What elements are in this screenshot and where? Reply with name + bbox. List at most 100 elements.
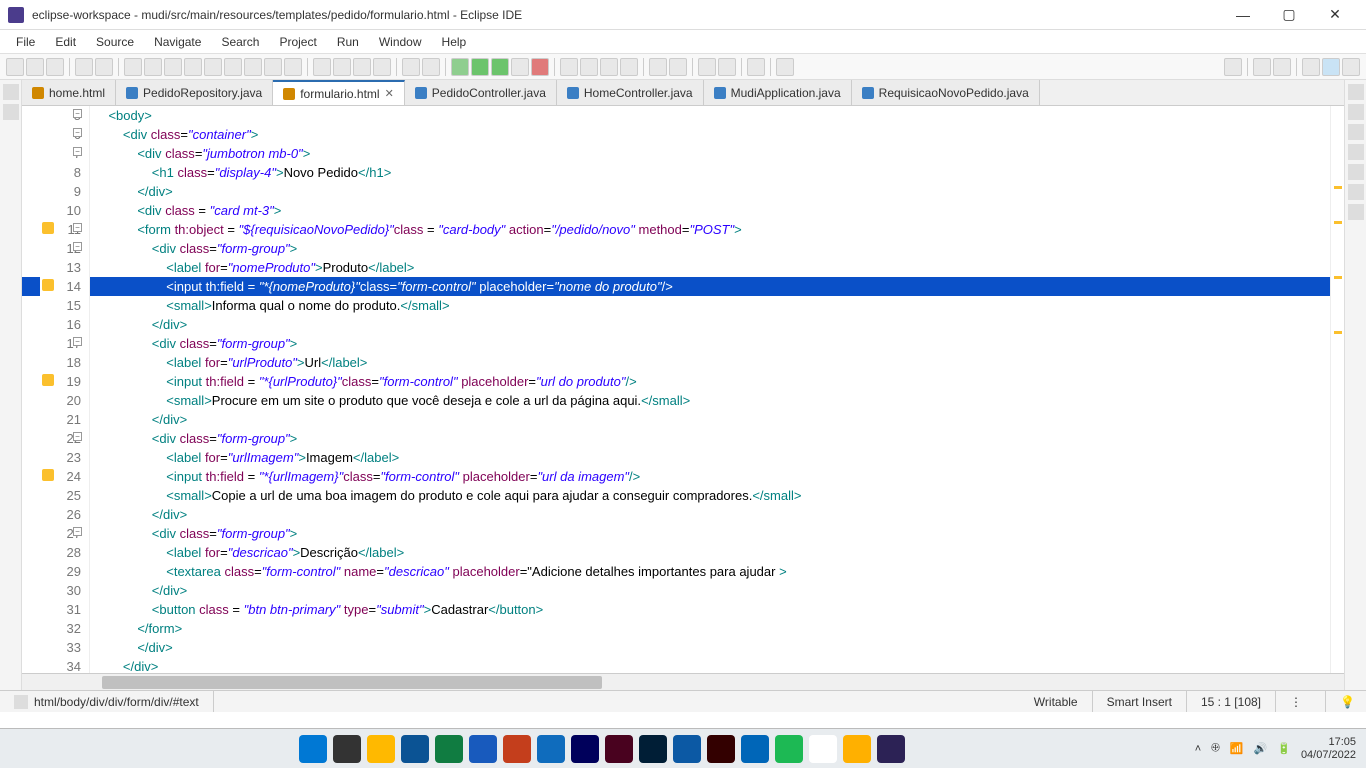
search-icon[interactable] [333,735,361,763]
code-line-29[interactable]: <textarea class="form-control" name="des… [90,562,1330,581]
menu-run[interactable]: Run [329,32,367,52]
tab-HomeController-java[interactable]: HomeController.java [557,80,704,105]
illustrator-icon[interactable] [707,735,735,763]
menu-navigate[interactable]: Navigate [146,32,209,52]
status-icon[interactable]: ⋮ [1290,695,1302,709]
menu-project[interactable]: Project [271,32,324,52]
restore-view-icon[interactable] [1348,204,1364,220]
restore-view-icon[interactable] [1348,84,1364,100]
save-all-icon[interactable] [46,58,64,76]
restore-view-icon[interactable] [3,84,19,100]
tool-icon[interactable] [531,58,549,76]
debug-perspective-icon[interactable] [1342,58,1360,76]
menu-search[interactable]: Search [213,32,267,52]
code-line-18[interactable]: <label for="urlProduto">Url</label> [90,353,1330,372]
windows-start-icon[interactable] [299,735,327,763]
horizontal-scrollbar[interactable] [22,673,1344,690]
tool-icon[interactable] [776,58,794,76]
language-indicator[interactable]: 🕀 [1211,742,1220,755]
maximize-button[interactable]: ▢ [1266,0,1312,30]
restore-view-icon[interactable] [1348,184,1364,200]
forward-icon[interactable] [718,58,736,76]
indesign-icon[interactable] [605,735,633,763]
excel-icon[interactable] [435,735,463,763]
store-icon[interactable] [401,735,429,763]
code-line-14[interactable]: <input th:field = "*{nomeProduto}"class=… [90,277,1330,296]
menu-help[interactable]: Help [434,32,475,52]
code-line-5[interactable]: <body> [90,106,1330,125]
tip-icon[interactable]: 💡 [1340,695,1355,709]
code-line-34[interactable]: </div> [90,657,1330,673]
code-line-25[interactable]: <small>Copie a url de uma boa imagem do … [90,486,1330,505]
tool-icon[interactable] [669,58,687,76]
disconnect-icon[interactable] [184,58,202,76]
restore-view-icon[interactable] [3,104,19,120]
chrome-icon[interactable] [809,735,837,763]
code-line-7[interactable]: <div class="jumbotron mb-0"> [90,144,1330,163]
tool-icon[interactable] [75,58,93,76]
tool-icon[interactable] [511,58,529,76]
tab-RequisicaoNovoPedido-java[interactable]: RequisicaoNovoPedido.java [852,80,1040,105]
tool-icon[interactable] [620,58,638,76]
code-line-12[interactable]: <div class="form-group"> [90,239,1330,258]
code-line-6[interactable]: <div class="container"> [90,125,1330,144]
restore-view-icon[interactable] [1348,124,1364,140]
code-line-15[interactable]: <small>Informa qual o nome do produto.</… [90,296,1330,315]
code-line-20[interactable]: <small>Procure em um site o produto que … [90,391,1330,410]
stop-icon[interactable] [164,58,182,76]
step-return-icon[interactable] [244,58,262,76]
code-line-16[interactable]: </div> [90,315,1330,334]
code-line-33[interactable]: </div> [90,638,1330,657]
back-icon[interactable] [698,58,716,76]
word-icon[interactable] [469,735,497,763]
code-line-31[interactable]: <button class = "btn btn-primary" type="… [90,600,1330,619]
code-line-28[interactable]: <label for="descricao">Descrição</label> [90,543,1330,562]
menu-edit[interactable]: Edit [47,32,84,52]
code-line-10[interactable]: <div class = "card mt-3"> [90,201,1330,220]
outlook-icon[interactable] [537,735,565,763]
debug-icon[interactable] [451,58,469,76]
search-icon[interactable] [1224,58,1242,76]
battery-icon[interactable]: 🔋 [1277,742,1291,755]
heidisql-icon[interactable] [843,735,871,763]
tool-icon[interactable] [333,58,351,76]
code-line-22[interactable]: <div class="form-group"> [90,429,1330,448]
tab-formulario-html[interactable]: formulario.html✕ [273,80,405,105]
tab-PedidoRepository-java[interactable]: PedidoRepository.java [116,80,273,105]
pause-icon[interactable] [144,58,162,76]
code-line-26[interactable]: </div> [90,505,1330,524]
step-over-icon[interactable] [224,58,242,76]
code-line-23[interactable]: <label for="urlImagem">Imagem</label> [90,448,1330,467]
clock[interactable]: 17:05 04/07/2022 [1301,736,1356,762]
menu-file[interactable]: File [8,32,43,52]
tool-icon[interactable] [422,58,440,76]
code-line-11[interactable]: <form th:object = "${requisicaoNovoPedid… [90,220,1330,239]
code-line-30[interactable]: </div> [90,581,1330,600]
tool-icon[interactable] [649,58,667,76]
menu-source[interactable]: Source [88,32,142,52]
powerpoint-icon[interactable] [503,735,531,763]
tool-icon[interactable] [313,58,331,76]
system-tray[interactable]: ˄ 🕀 📶 🔊 🔋 17:05 04/07/2022 [1195,736,1356,762]
minimize-button[interactable]: — [1220,0,1266,30]
after-effects-icon[interactable] [571,735,599,763]
new-package-icon[interactable] [560,58,578,76]
editor-content[interactable]: <body> <div class="container"> <div clas… [90,106,1330,673]
overview-ruler[interactable] [1330,106,1344,673]
restore-view-icon[interactable] [1348,104,1364,120]
vscode-icon[interactable] [741,735,769,763]
eclipse-icon[interactable] [877,735,905,763]
close-button[interactable]: ✕ [1312,0,1358,30]
tool-icon[interactable] [264,58,282,76]
volume-icon[interactable]: 🔊 [1254,742,1268,755]
tool-icon[interactable] [284,58,302,76]
code-line-17[interactable]: <div class="form-group"> [90,334,1330,353]
tool-icon[interactable] [95,58,113,76]
code-line-24[interactable]: <input th:field = "*{urlImagem}"class="f… [90,467,1330,486]
restore-view-icon[interactable] [1348,144,1364,160]
tab-PedidoController-java[interactable]: PedidoController.java [405,80,557,105]
spotify-icon[interactable] [775,735,803,763]
code-line-27[interactable]: <div class="form-group"> [90,524,1330,543]
menu-window[interactable]: Window [371,32,430,52]
wifi-icon[interactable]: 📶 [1230,742,1244,755]
